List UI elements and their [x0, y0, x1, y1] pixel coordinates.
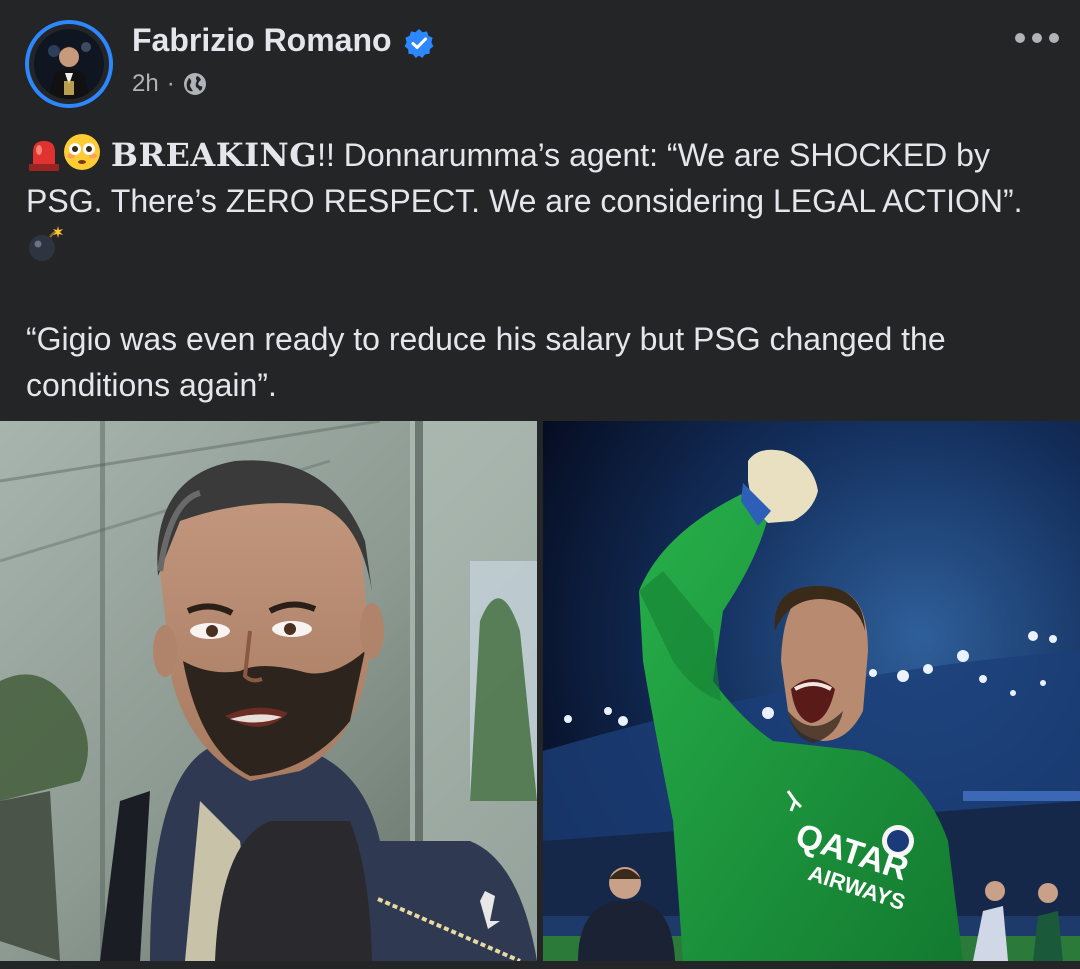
avatar[interactable] — [25, 20, 113, 108]
avatar-image — [34, 29, 104, 99]
post-paragraph-2: “Gigio was even ready to reduce his sala… — [26, 321, 946, 403]
bomb-icon — [29, 226, 63, 261]
flushed-face-icon — [64, 134, 100, 170]
agent-photo[interactable] — [0, 421, 537, 961]
post-card: Fabrizio Romano 2h · BREAKING!! Donnarum… — [0, 0, 1080, 969]
post-divider — [0, 961, 1080, 969]
more-options-button[interactable] — [1012, 22, 1062, 54]
post-text: BREAKING!! Donnarumma’s agent: “We are S… — [26, 132, 1056, 408]
goalkeeper-photo[interactable]: QATAR AIRWAYS — [543, 421, 1080, 961]
globe-icon — [183, 73, 206, 95]
verified-badge-icon — [404, 29, 434, 58]
meta-separator: · — [166, 70, 175, 97]
author-name[interactable]: Fabrizio Romano — [132, 22, 392, 59]
more-dots-icon — [1015, 33, 1059, 43]
post-time[interactable]: 2h — [132, 70, 159, 98]
post-meta: 2h · — [132, 70, 207, 98]
breaking-label: BREAKING — [110, 136, 318, 174]
post-paragraph-1: BREAKING!! Donnarumma’s agent: “We are S… — [26, 132, 1056, 270]
rotating-light-icon — [29, 141, 59, 171]
